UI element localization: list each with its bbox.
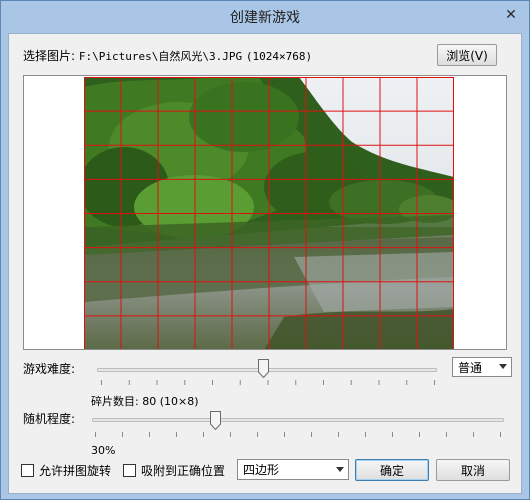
cancel-button[interactable]: 取消	[436, 459, 510, 481]
ok-button[interactable]: 确定	[355, 459, 429, 481]
allow-rotate-box[interactable]	[21, 464, 34, 477]
dialog-window: 创建新游戏 ✕ 选择图片: F:\Pictures\自然风光\3.JPG (10…	[0, 0, 530, 500]
shape-select-value: 四边形	[243, 463, 280, 477]
close-button[interactable]: ✕	[499, 5, 523, 25]
randomness-value: 30%	[91, 444, 116, 457]
snap-checkbox[interactable]: 吸附到正确位置	[123, 462, 225, 479]
dialog-title: 创建新游戏	[230, 10, 300, 26]
snap-label: 吸附到正确位置	[141, 464, 226, 478]
chevron-down-icon	[499, 364, 507, 369]
picture-preview	[23, 75, 507, 350]
title-bar[interactable]: 创建新游戏 ✕	[1, 1, 529, 33]
difficulty-ticks	[101, 380, 435, 385]
close-icon: ✕	[505, 7, 517, 23]
difficulty-select-value: 普通	[458, 360, 483, 375]
allow-rotate-checkbox[interactable]: 允许拼图旋转	[21, 462, 111, 479]
dialog-content: 选择图片: F:\Pictures\自然风光\3.JPG (1024×768) …	[8, 33, 522, 494]
randomness-label: 随机程度:	[23, 412, 76, 426]
picture-dimensions: (1024×768)	[245, 50, 313, 63]
difficulty-label: 游戏难度:	[23, 362, 76, 376]
randomness-slider-thumb[interactable]	[210, 411, 222, 430]
allow-rotate-label: 允许拼图旋转	[39, 464, 112, 478]
puzzle-grid	[84, 77, 454, 349]
randomness-ticks	[95, 432, 501, 437]
picture-path: F:\Pictures\自然风光\3.JPG	[78, 50, 243, 63]
randomness-slider-track[interactable]	[92, 418, 504, 422]
browse-button[interactable]: 浏览(V)	[437, 44, 497, 66]
picture-path-row: 选择图片: F:\Pictures\自然风光\3.JPG (1024×768)	[23, 47, 312, 64]
picture-label: 选择图片:	[23, 49, 76, 63]
chevron-down-icon	[336, 466, 344, 472]
difficulty-select[interactable]: 普通	[452, 357, 512, 377]
snap-box[interactable]	[123, 464, 136, 477]
difficulty-slider-thumb[interactable]	[258, 359, 270, 378]
shape-select[interactable]: 四边形	[237, 459, 349, 480]
pieces-count: 碎片数目: 80 (10×8)	[91, 395, 199, 408]
